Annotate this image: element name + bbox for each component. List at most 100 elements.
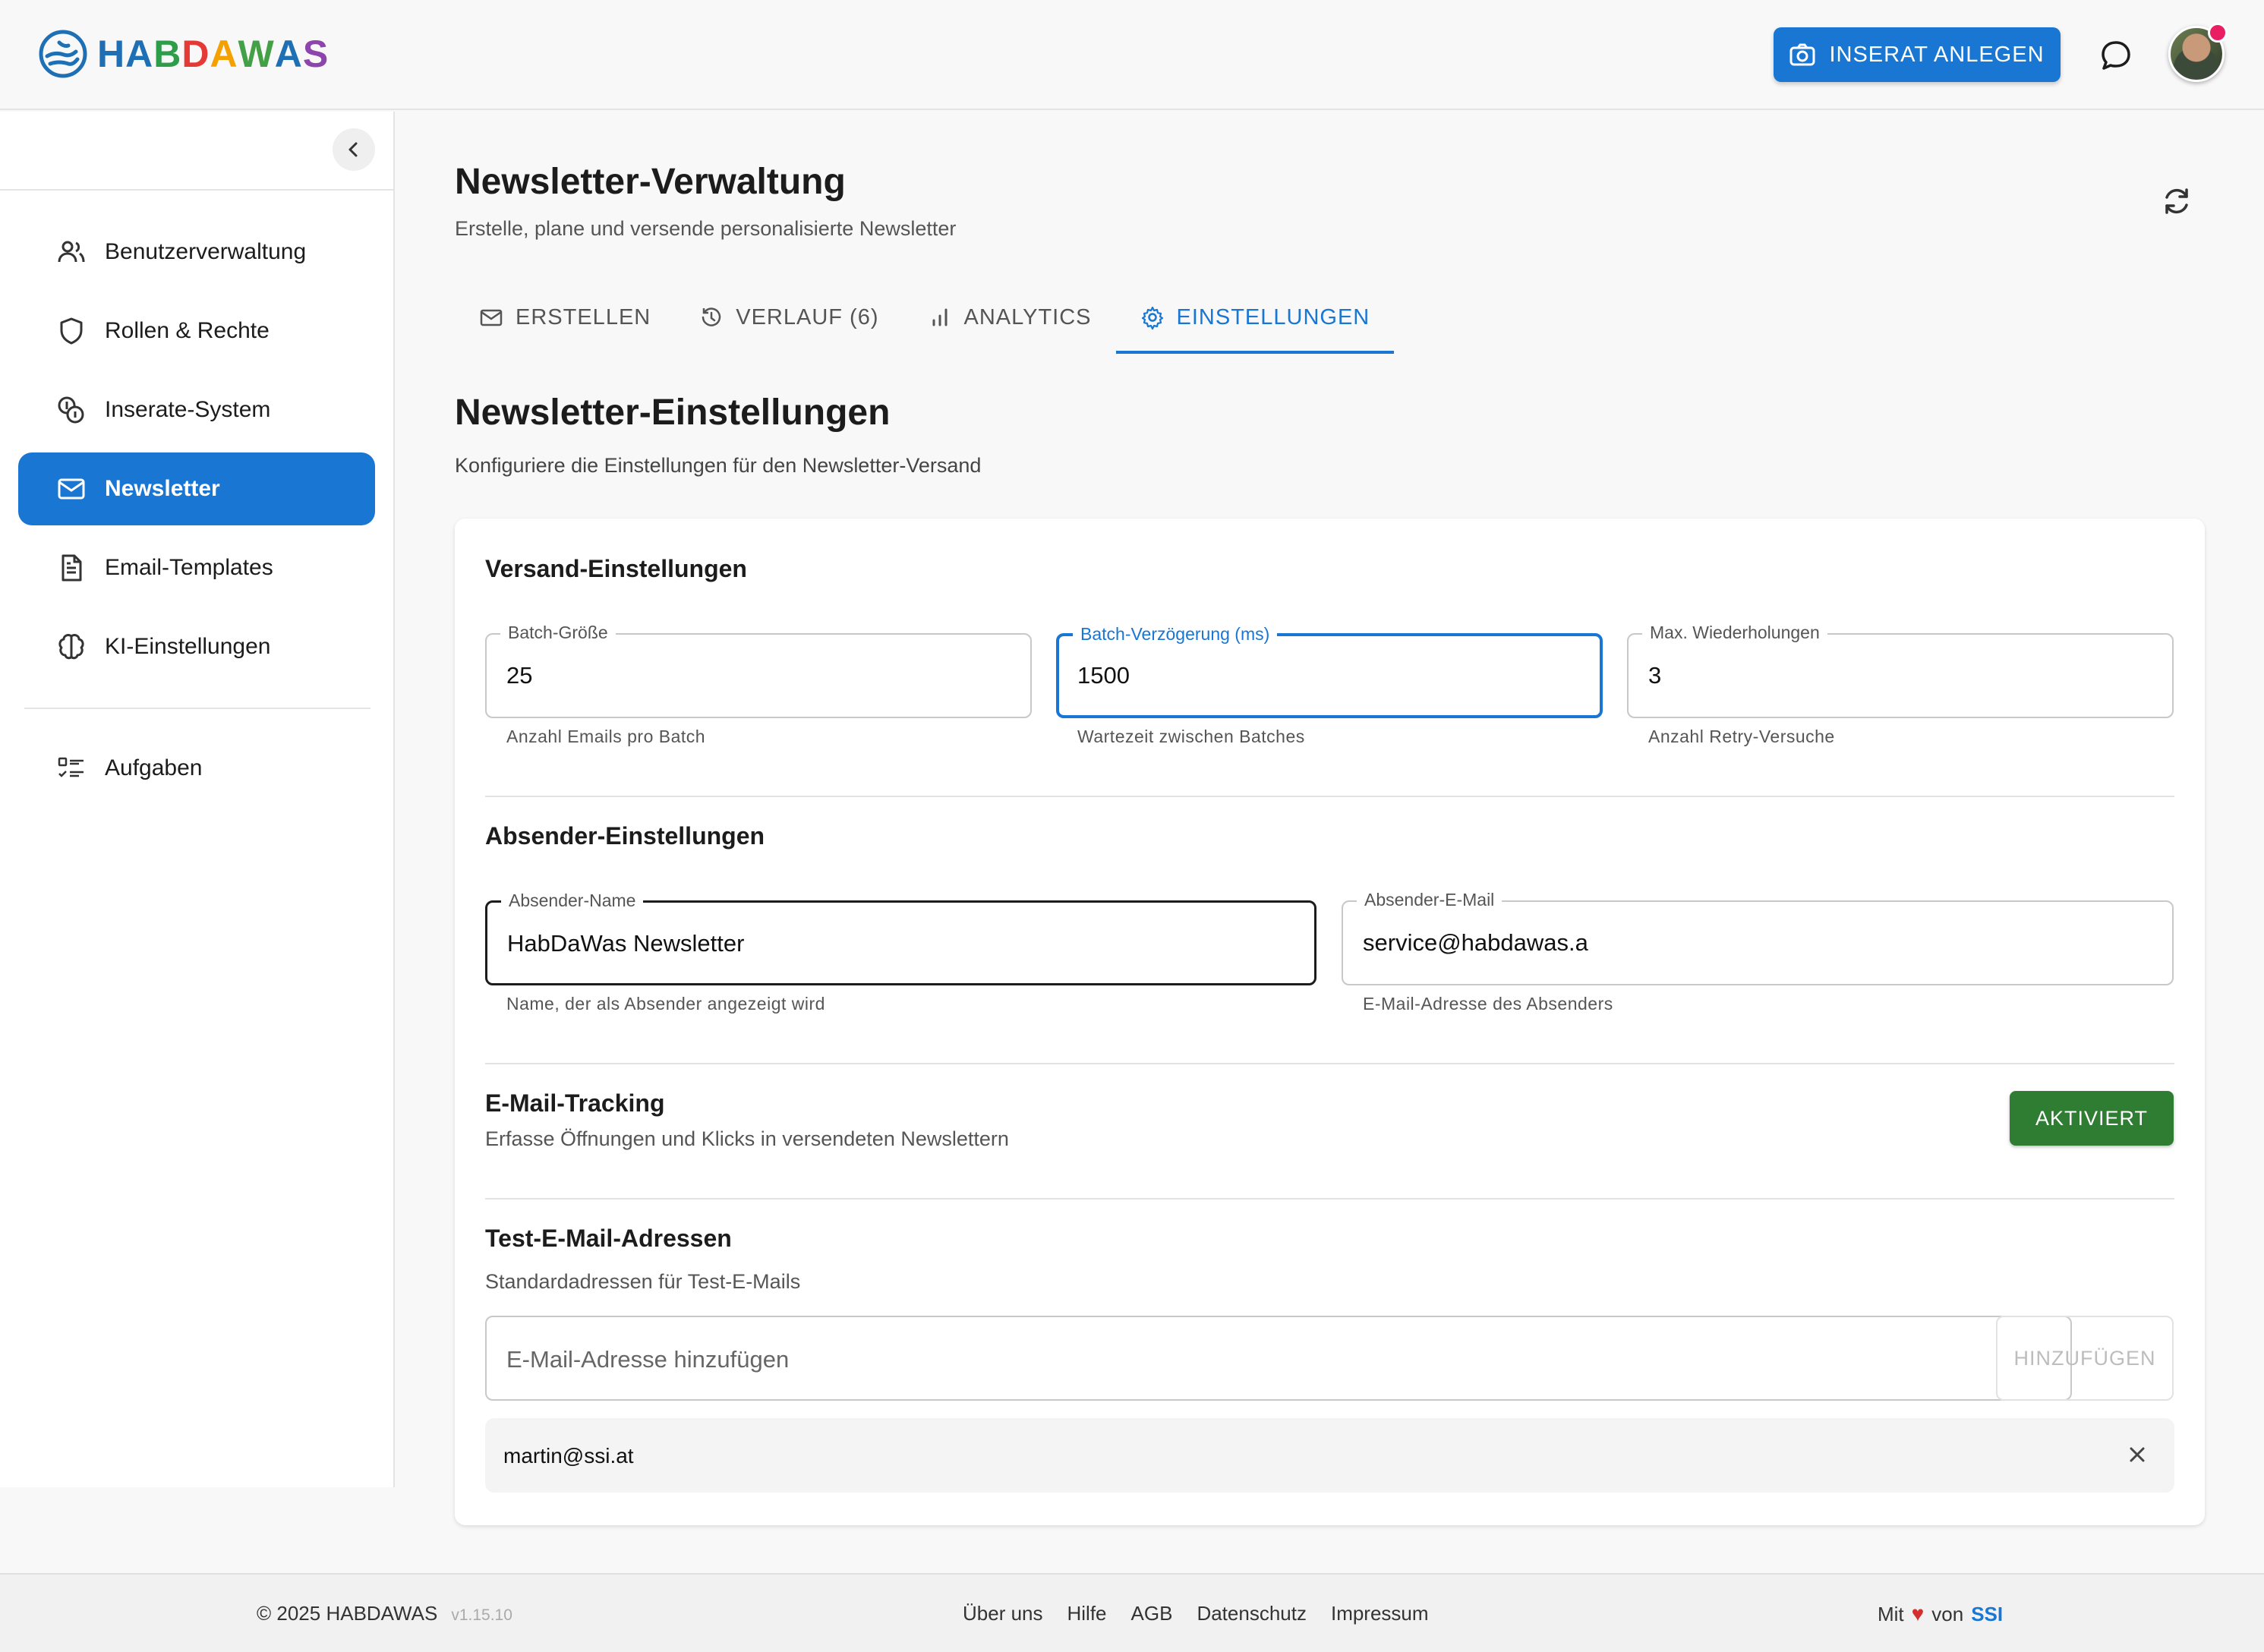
- batch-delay-field[interactable]: Batch-Verzögerung (ms) 1500: [1056, 624, 1603, 718]
- absender-title: Absender-Einstellungen: [485, 822, 765, 850]
- create-listing-button[interactable]: INSERAT ANLEGEN: [1774, 27, 2061, 82]
- sidebar-item-newsletter[interactable]: Newsletter: [18, 452, 375, 525]
- sender-name-field[interactable]: Absender-Name HabDaWas Newsletter: [485, 891, 1316, 985]
- sidebar-item-label: Benutzerverwaltung: [105, 239, 307, 264]
- sidebar-item-benutzerverwaltung[interactable]: Benutzerverwaltung: [18, 216, 375, 288]
- chevron-left-icon: [348, 142, 358, 157]
- tracking-description: Erfasse Öffnungen und Klicks in versende…: [485, 1127, 1009, 1150]
- chat-bubble-icon: [2102, 41, 2130, 70]
- made-by: Mit ♥ von SSI: [1878, 1602, 2003, 1626]
- batch-size-field[interactable]: Batch-Größe 25: [485, 623, 1032, 718]
- tab-bar: ERSTELLEN VERLAUF (6) ANALYTICS EINSTELL…: [455, 281, 1394, 354]
- test-email-item: martin@ssi.at: [485, 1418, 2174, 1493]
- field-value: 1500: [1077, 662, 1130, 689]
- tab-label: ANALYTICS: [963, 304, 1092, 329]
- document-icon: [56, 553, 87, 583]
- section-divider: [485, 796, 2174, 797]
- sidebar-item-label: Email-Templates: [105, 555, 273, 580]
- footer-link-hilfe[interactable]: Hilfe: [1067, 1602, 1107, 1625]
- tab-verlauf[interactable]: VERLAUF (6): [675, 281, 903, 354]
- brand-letter: W: [238, 33, 275, 75]
- gear-icon: [1141, 306, 1163, 329]
- coins-icon: [56, 395, 87, 425]
- tab-label: ERSTELLEN: [516, 304, 651, 329]
- messages-button[interactable]: [2097, 36, 2135, 74]
- version-text: v1.15.10: [451, 1606, 512, 1624]
- footer-link-agb[interactable]: AGB: [1131, 1602, 1173, 1625]
- max-retries-field[interactable]: Max. Wiederholungen 3: [1627, 623, 2174, 718]
- tab-label: VERLAUF (6): [736, 304, 879, 329]
- field-value: 25: [506, 662, 533, 689]
- field-helper: E-Mail-Adresse des Absenders: [1363, 994, 1613, 1014]
- sidebar-collapse-button[interactable]: [333, 128, 375, 171]
- tracking-title: E-Mail-Tracking: [485, 1089, 665, 1117]
- heart-icon: ♥: [1911, 1602, 1925, 1625]
- brand-letter: A: [210, 33, 238, 75]
- brand-logo[interactable]: HABDAWAS: [38, 29, 329, 79]
- footer-link-impressum[interactable]: Impressum: [1331, 1602, 1429, 1625]
- section-divider: [485, 1198, 2174, 1200]
- input-placeholder: E-Mail-Adresse hinzufügen: [506, 1346, 790, 1373]
- sidebar: Benutzerverwaltung Rollen & Rechte Inser…: [0, 112, 395, 1487]
- brand-letter: A: [125, 33, 154, 75]
- field-helper: Wartezeit zwischen Batches: [1077, 727, 1305, 746]
- copyright-text: © 2025 HABDAWAS: [257, 1602, 438, 1625]
- add-email-button[interactable]: HINZUFÜGEN: [1996, 1316, 2174, 1401]
- sender-email-field[interactable]: Absender-E-Mail service@habdawas.a: [1342, 890, 2174, 985]
- field-helper: Name, der als Absender angezeigt wird: [506, 994, 825, 1014]
- tab-einstellungen[interactable]: EINSTELLUNGEN: [1115, 281, 1395, 354]
- sidebar-item-email-templates[interactable]: Email-Templates: [18, 531, 375, 604]
- field-helper: Anzahl Retry-Versuche: [1648, 727, 1835, 746]
- versand-title: Versand-Einstellungen: [485, 555, 747, 582]
- sidebar-item-label: Inserate-System: [105, 397, 271, 422]
- footer-links: Über uns Hilfe AGB Datenschutz Impressum: [963, 1602, 1429, 1625]
- users-icon: [56, 237, 87, 267]
- made-prefix: Mit: [1878, 1602, 1904, 1625]
- field-label: Batch-Größe: [500, 623, 616, 643]
- tracking-toggle-button[interactable]: AKTIVIERT: [2010, 1091, 2174, 1146]
- brand-letter: S: [302, 33, 330, 75]
- bar-chart-icon: [932, 308, 947, 326]
- sidebar-divider: [0, 189, 393, 191]
- test-email-input[interactable]: E-Mail-Adresse hinzufügen: [485, 1316, 2072, 1401]
- footer-link-datenschutz[interactable]: Datenschutz: [1197, 1602, 1307, 1625]
- brand-name: HABDAWAS: [97, 32, 329, 76]
- sidebar-item-ki-einstellungen[interactable]: KI-Einstellungen: [18, 610, 375, 683]
- footer-copyright: © 2025 HABDAWAS v1.15.10: [257, 1602, 512, 1625]
- field-value: service@habdawas.a: [1363, 929, 1588, 956]
- tab-label: EINSTELLUNGEN: [1176, 304, 1370, 329]
- sidebar-item-label: KI-Einstellungen: [105, 634, 271, 659]
- refresh-button[interactable]: [2158, 182, 2196, 220]
- field-value: 3: [1648, 662, 1662, 689]
- brand-letter: A: [274, 33, 303, 75]
- sidebar-item-rollen[interactable]: Rollen & Rechte: [18, 295, 375, 367]
- test-emails-title: Test-E-Mail-Adressen: [485, 1225, 732, 1252]
- camera-icon: [1789, 43, 1815, 66]
- made-mid: von: [1931, 1602, 1964, 1625]
- notification-badge: [2208, 23, 2228, 43]
- brain-icon: [56, 632, 87, 662]
- section-subtitle: Konfiguriere die Einstellungen für den N…: [455, 454, 982, 477]
- logo-hand-icon: [39, 30, 87, 78]
- field-value: HabDaWas Newsletter: [507, 930, 745, 957]
- test-email-address: martin@ssi.at: [503, 1444, 634, 1468]
- task-list-icon: [56, 753, 87, 783]
- sidebar-item-inserate[interactable]: Inserate-System: [18, 374, 375, 446]
- footer-link-ueber-uns[interactable]: Über uns: [963, 1602, 1043, 1625]
- field-label: Absender-E-Mail: [1357, 890, 1503, 910]
- create-listing-label: INSERAT ANLEGEN: [1829, 42, 2045, 67]
- shield-icon: [56, 316, 87, 346]
- app-header: HABDAWAS INSERAT ANLEGEN: [0, 0, 2264, 110]
- brand-letter: H: [97, 33, 126, 75]
- page-title: Newsletter-Verwaltung: [455, 162, 846, 202]
- made-by-link[interactable]: SSI: [1971, 1603, 2003, 1626]
- sidebar-divider: [24, 708, 371, 709]
- tab-erstellen[interactable]: ERSTELLEN: [455, 281, 675, 354]
- sidebar-item-aufgaben[interactable]: Aufgaben: [18, 732, 375, 805]
- close-icon[interactable]: [2124, 1441, 2151, 1468]
- sidebar-item-label: Aufgaben: [105, 755, 203, 780]
- tab-analytics[interactable]: ANALYTICS: [903, 281, 1116, 354]
- mail-icon: [480, 309, 503, 326]
- settings-card: Versand-Einstellungen Batch-Größe 25 Anz…: [455, 519, 2205, 1525]
- sidebar-item-label: Newsletter: [105, 476, 220, 501]
